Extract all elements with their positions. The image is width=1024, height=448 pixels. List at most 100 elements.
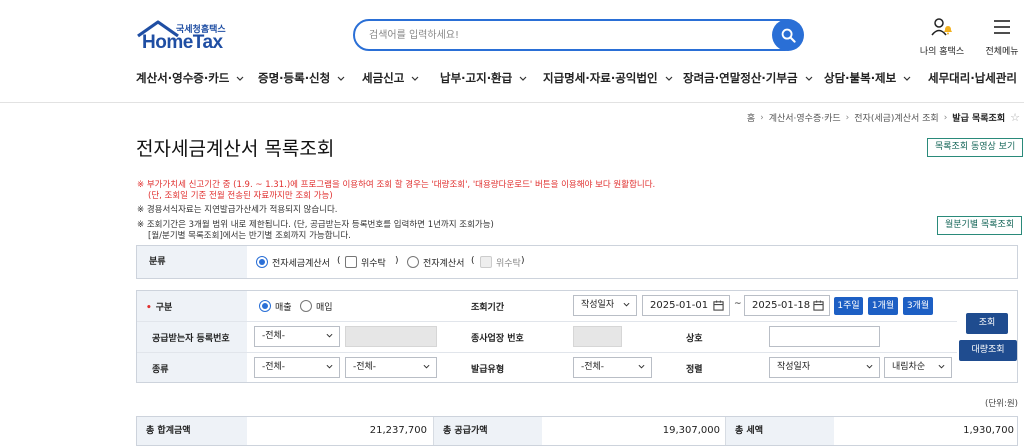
period-type-select[interactable]: 작성일자 [573, 295, 637, 316]
breadcrumb-separator: › [760, 112, 764, 123]
search-input[interactable] [369, 27, 759, 43]
hometax-logo[interactable]: 국세청홈택스 HomeTax [136, 20, 236, 54]
main-nav: 계산서·영수증·카드 증명·등록·신청 세금신고 납부·고지·환급 지급명세·자… [136, 70, 1020, 86]
notice-period-sub: (단, 조회일 기준 전월 전송된 자료까지만 조회 가능) [148, 191, 333, 201]
sort-field-select[interactable]: 작성일자 [769, 357, 880, 378]
sort-order-select[interactable]: 내림차순 [884, 357, 952, 378]
calendar-icon[interactable] [713, 300, 724, 311]
radio-e-tax-invoice-label: 전자세금계산서 [272, 259, 330, 269]
chevron-down-icon [326, 364, 333, 369]
paren-close: ) [395, 256, 399, 266]
row-divider [137, 352, 957, 353]
search-icon [781, 28, 796, 43]
kind-select-1-value: -전체- [262, 362, 286, 372]
my-hometax-label: 나의 홈택스 [919, 47, 965, 57]
row-divider [137, 321, 957, 322]
nav-item-certificate[interactable]: 증명·등록·신청 [258, 70, 362, 86]
chevron-down-icon [665, 76, 672, 81]
one-week-button[interactable]: 1주일 [834, 297, 863, 315]
breadcrumb-home[interactable]: 홈 [747, 111, 755, 124]
nav-label: 세무대리·납세관리 [928, 71, 1018, 85]
calendar-icon[interactable] [813, 300, 824, 311]
notice-range: ※ 조회기간은 3개월 범위 내로 제한됩니다. (단, 공급받는자 등록번호를… [137, 220, 494, 230]
paren-close: ) [521, 256, 525, 266]
checkbox-consign-label: 위수탁 [361, 259, 386, 269]
nav-item-incentives[interactable]: 장려금·연말정산·기부금 [683, 70, 824, 86]
sub-business-input [573, 326, 622, 347]
nav-label: 세금신고 [362, 71, 405, 85]
kind-select-2-value: -전체- [353, 362, 377, 372]
notice-period: ※ 부가가치세 신고기간 중 (1.9. ~ 1.31.)에 프로그램을 이용하… [137, 180, 656, 190]
search-submit-button[interactable]: 조회 [966, 313, 1008, 334]
date-tilde: ~ [734, 299, 742, 309]
halfyear-list-button[interactable]: 월분기별 목록조회 [937, 216, 1023, 235]
nav-label: 증명·등록·신청 [258, 71, 331, 85]
radio-e-invoice[interactable] [407, 256, 419, 268]
nav-item-tax-return[interactable]: 세금신고 [362, 70, 440, 86]
chevron-down-icon [638, 364, 645, 369]
favorite-star-icon[interactable]: ☆ [1010, 111, 1020, 124]
totals-row: 총 합계금액 21,237,700 총 공급가액 19,307,000 총 세액… [136, 416, 1018, 446]
paren-open: ( [337, 256, 341, 266]
nav-item-payment[interactable]: 납부·고지·환급 [440, 70, 543, 86]
nav-label: 상담·불복·제보 [824, 71, 897, 85]
period-type-value: 작성일자 [581, 300, 615, 310]
radio-purchase[interactable] [300, 300, 312, 312]
paren-open: ( [471, 256, 475, 266]
total-supply-label: 총 공급가액 [434, 417, 542, 445]
nav-item-statements[interactable]: 지급명세·자료·공익법인 [543, 70, 683, 86]
chevron-down-icon [938, 364, 945, 369]
search-button[interactable] [772, 19, 804, 51]
total-tax-label: 총 세액 [726, 417, 834, 445]
checkbox-consign-disabled [480, 256, 492, 268]
sub-business-label: 종사업장 번호 [471, 334, 524, 344]
buyer-reg-input [345, 326, 437, 347]
nav-item-invoice[interactable]: 계산서·영수증·카드 [136, 70, 258, 86]
radio-e-tax-invoice[interactable] [256, 256, 268, 268]
hamburger-icon [994, 20, 1010, 34]
company-name-input[interactable] [769, 326, 880, 347]
date-to-input[interactable]: 2025-01-18 [744, 295, 830, 316]
one-month-button[interactable]: 1개월 [868, 297, 898, 315]
breadcrumb-item[interactable]: 계산서·영수증·카드 [769, 111, 841, 124]
issue-type-value: -전체- [581, 362, 605, 372]
three-month-button[interactable]: 3개월 [903, 297, 933, 315]
nav-item-consulting[interactable]: 상담·불복·제보 [824, 70, 928, 86]
date-from-value: 2025-01-01 [650, 300, 709, 311]
radio-sales[interactable] [259, 300, 271, 312]
kind-select-1[interactable]: -전체- [254, 357, 340, 378]
breadcrumb-separator: › [845, 112, 850, 123]
sort-label: 정렬 [686, 365, 703, 375]
chevron-down-icon [423, 364, 430, 369]
issue-type-select[interactable]: -전체- [573, 357, 652, 378]
logo-wordmark: HomeTax [142, 32, 223, 53]
total-supply-value: 19,307,000 [662, 425, 720, 436]
breadcrumb-separator: › [943, 112, 948, 123]
user-bell-icon [931, 18, 952, 36]
buyer-type-select[interactable]: -전체- [254, 326, 340, 347]
chevron-down-icon [866, 364, 873, 369]
sort-field-value: 작성일자 [777, 362, 811, 372]
classification-row: 분류 전자세금계산서 ( 위수탁 ) 전자계산서 ( 위수탁 ) [136, 245, 1018, 279]
total-amount-value: 21,237,700 [369, 425, 427, 436]
bulk-search-button[interactable]: 대량조회 [959, 340, 1017, 361]
chevron-down-icon [903, 76, 911, 81]
date-from-input[interactable]: 2025-01-01 [642, 295, 730, 316]
radio-purchase-label: 매입 [316, 303, 333, 313]
kind-label: 종류 [152, 365, 169, 375]
search-form: • 구분 매출 매입 조회기간 작성일자 2025-01-01 ~ 2025-01… [136, 290, 1018, 383]
checkbox-consign[interactable] [345, 256, 357, 268]
chevron-down-icon [519, 76, 527, 81]
nav-item-tax-agent[interactable]: 세무대리·납세관리 [928, 70, 1020, 86]
nav-label: 계산서·영수증·카드 [136, 71, 230, 85]
all-menu-button[interactable]: 전체메뉴 [977, 18, 1024, 57]
page-title: 전자세금계산서 목록조회 [136, 138, 335, 160]
chevron-down-icon [805, 76, 812, 81]
kind-select-2[interactable]: -전체- [345, 357, 437, 378]
chevron-down-icon [623, 302, 630, 307]
breadcrumb-item[interactable]: 전자(세금)계산서 조회 [854, 111, 938, 124]
breadcrumb-current: 발급 목록조회 [952, 114, 1006, 124]
video-guide-button[interactable]: 목록조회 동영상 보기 [927, 138, 1024, 157]
my-hometax-link[interactable]: 나의 홈택스 [917, 18, 967, 57]
buyer-reg-label: 공급받는자 등록번호 [152, 334, 230, 344]
